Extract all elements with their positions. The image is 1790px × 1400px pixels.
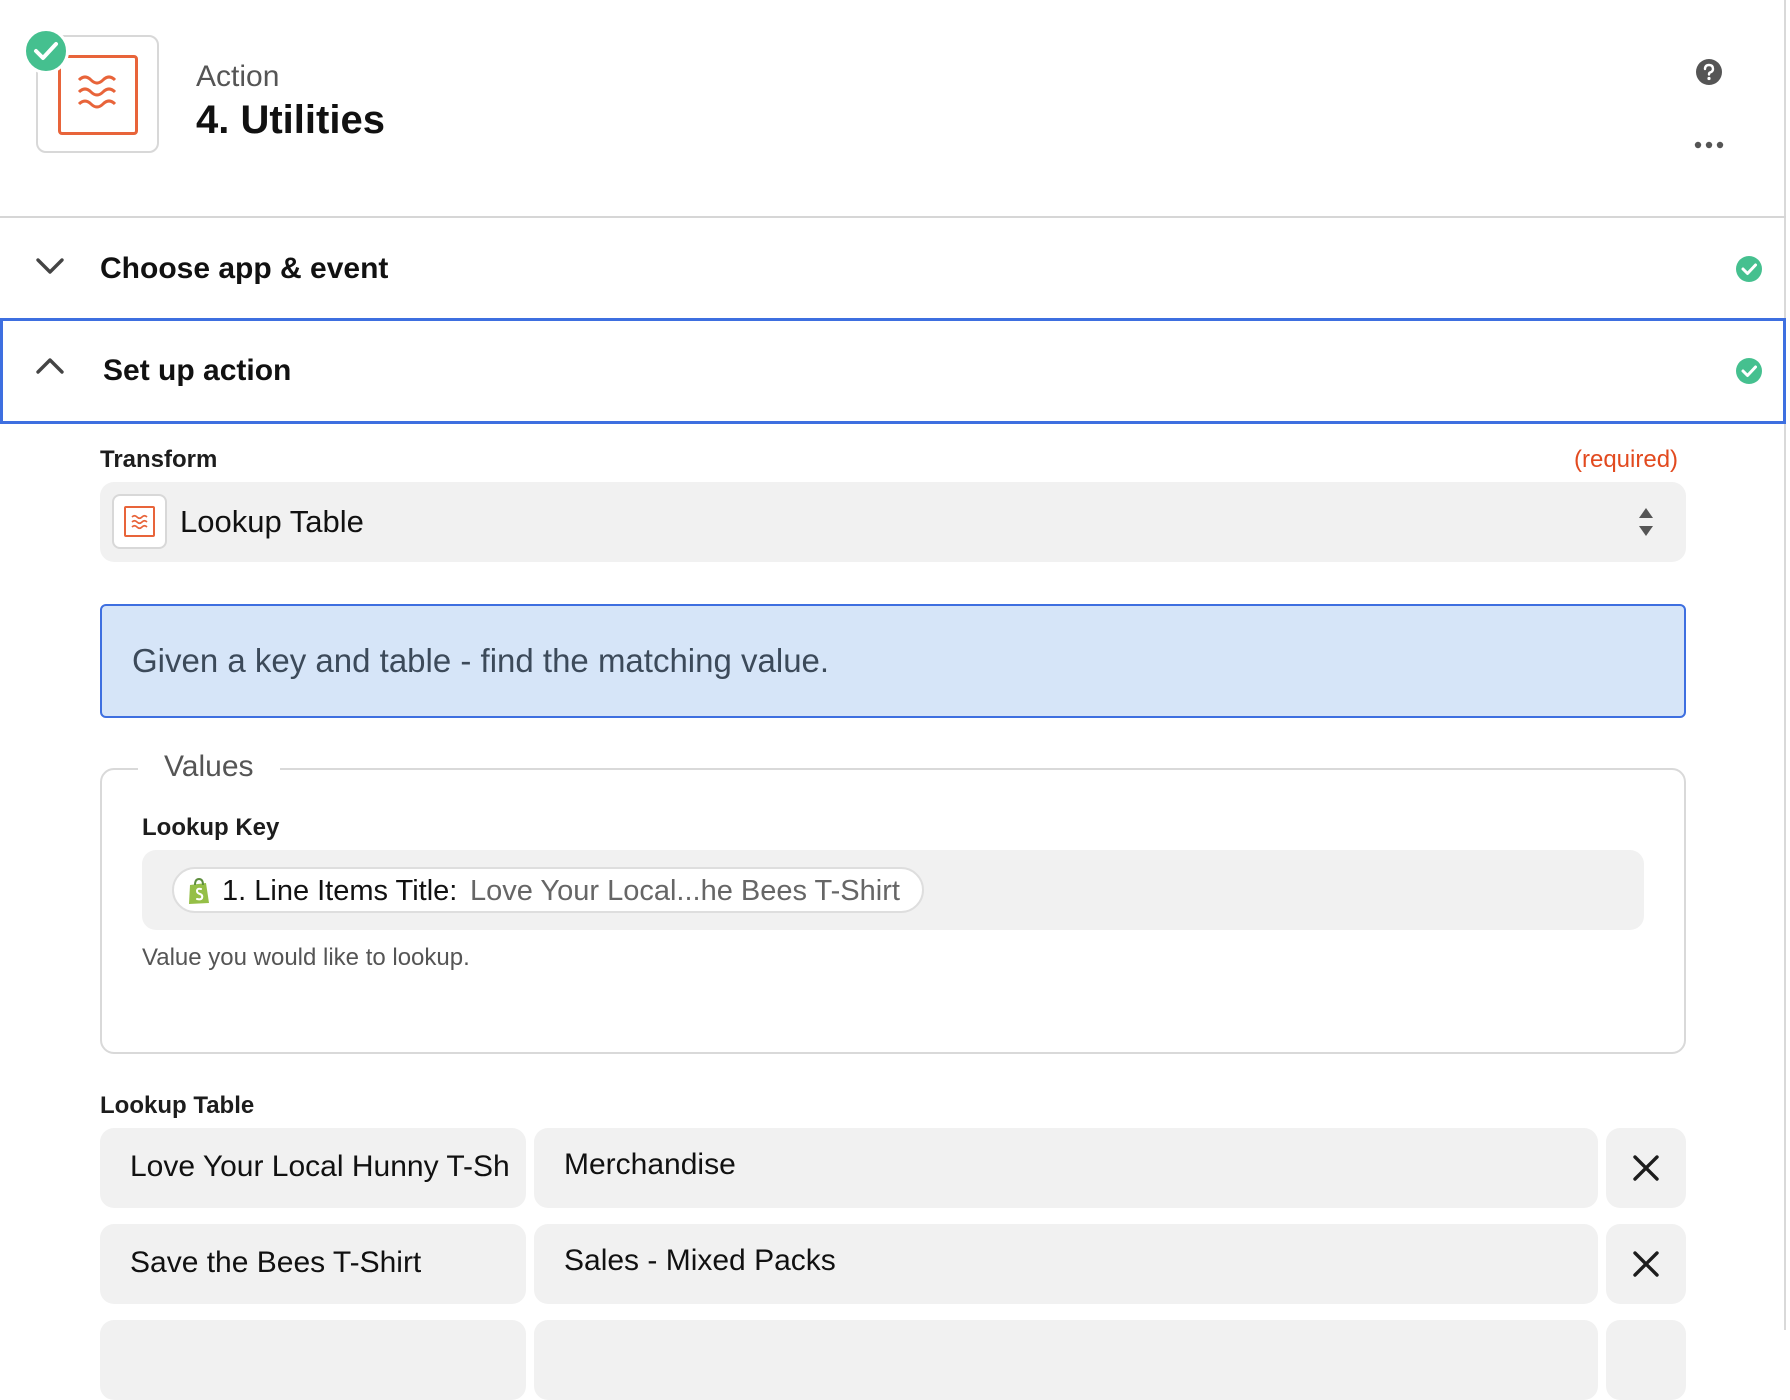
chevron-down-icon <box>34 254 66 278</box>
check-icon <box>1735 255 1763 283</box>
remove-row-button[interactable] <box>1606 1320 1686 1400</box>
help-icon[interactable] <box>1695 58 1723 86</box>
pill-field-name: 1. Line Items Title: <box>222 875 458 907</box>
section-setup-action[interactable]: Set up action <box>0 318 1786 424</box>
pill-sample-value: Love Your Local...he Bees T-Shirt <box>470 875 900 907</box>
lookup-row-key-input[interactable]: Save the Bees T-Shirt <box>100 1224 526 1304</box>
values-legend: Values <box>138 750 280 784</box>
step-header: Action 4. Utilities <box>0 0 1786 218</box>
required-indicator: (required) <box>1574 446 1679 473</box>
check-icon <box>23 28 69 74</box>
lookup-key-label: Lookup Key <box>142 814 280 841</box>
close-icon <box>1633 1155 1659 1181</box>
lookup-row-value-input[interactable]: Merchandise <box>534 1128 1598 1208</box>
transform-select[interactable]: Lookup Table <box>100 482 1686 562</box>
lookup-key-input[interactable]: 1. Line Items Title: Love Your Local...h… <box>142 850 1644 930</box>
lookup-key-help: Value you would like to lookup. <box>142 944 470 971</box>
lookup-row-key: Love Your Local Hunny T-Sh <box>130 1150 510 1183</box>
lookup-row-value: Merchandise <box>564 1148 736 1181</box>
chevron-up-icon <box>34 354 66 378</box>
lookup-row-key-input[interactable]: Love Your Local Hunny T-Sh <box>100 1128 526 1208</box>
formatter-icon <box>58 55 138 135</box>
close-icon <box>1633 1251 1659 1277</box>
mapped-field-pill[interactable]: 1. Line Items Title: Love Your Local...h… <box>172 867 924 913</box>
description-text: Given a key and table - find the matchin… <box>132 642 830 679</box>
lookup-row-key: Save the Bees T-Shirt <box>130 1246 422 1279</box>
sort-arrows-icon <box>1637 506 1655 538</box>
lookup-table-label: Lookup Table <box>100 1092 255 1119</box>
remove-row-button[interactable] <box>1606 1128 1686 1208</box>
lookup-row-value-input[interactable] <box>534 1320 1598 1400</box>
shopify-icon <box>186 877 212 905</box>
remove-row-button[interactable] <box>1606 1224 1686 1304</box>
transform-value: Lookup Table <box>180 504 364 539</box>
check-icon <box>1735 357 1763 385</box>
lookup-row-value: Sales - Mixed Packs <box>564 1244 836 1277</box>
section-choose-app[interactable]: Choose app & event <box>0 220 1786 318</box>
step-kind: Action <box>196 60 280 93</box>
section-title: Choose app & event <box>100 252 389 285</box>
lookup-row-value-input[interactable]: Sales - Mixed Packs <box>534 1224 1598 1304</box>
formatter-icon <box>124 506 155 537</box>
section-title: Set up action <box>103 354 292 387</box>
app-tile <box>112 494 167 549</box>
transform-label: Transform <box>100 446 218 473</box>
description-banner: Given a key and table - find the matchin… <box>100 604 1686 718</box>
step-title[interactable]: 4. Utilities <box>196 98 385 143</box>
more-icon[interactable] <box>1693 138 1725 152</box>
lookup-row-key-input[interactable] <box>100 1320 526 1400</box>
action-panel: Action 4. Utilities Choose app & event S… <box>0 0 1786 1400</box>
